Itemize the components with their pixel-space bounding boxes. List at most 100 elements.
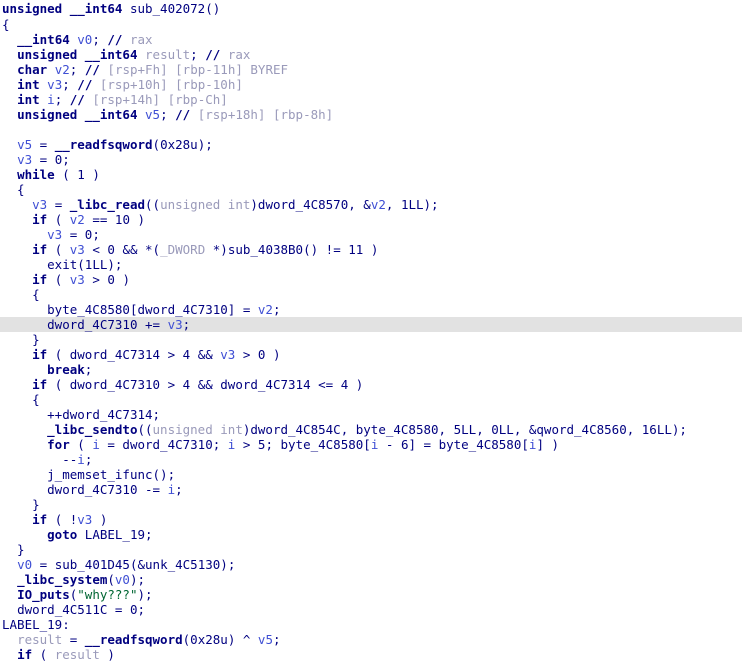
code-line[interactable]: if ( v2 == 10 )	[0, 212, 742, 227]
token-local-var[interactable]: v3	[168, 317, 183, 332]
token-local-var[interactable]: i	[77, 452, 85, 467]
token-local-var[interactable]: result	[55, 647, 100, 662]
code-line[interactable]: unsigned __int64 result; // rax	[0, 47, 742, 62]
code-line[interactable]: if ( dword_4C7314 > 4 && v3 > 0 )	[0, 347, 742, 362]
code-line[interactable]: exit(1LL);	[0, 257, 742, 272]
code-line[interactable]: while ( 1 )	[0, 167, 742, 182]
code-line[interactable]: LABEL_19:	[0, 617, 742, 632]
token-local-var[interactable]: v5	[145, 107, 160, 122]
token-function-call[interactable]: _libc_read	[70, 197, 145, 212]
token-global-var[interactable]: dword_4C7310	[47, 317, 137, 332]
token-global-var[interactable]: dword_4C7310	[137, 302, 227, 317]
code-line[interactable]: {	[0, 392, 742, 407]
code-line[interactable]: break;	[0, 362, 742, 377]
token-local-var[interactable]: i	[168, 482, 176, 497]
token-local-var[interactable]: result	[145, 47, 190, 62]
token-function-call[interactable]: IO_puts	[17, 587, 70, 602]
code-line[interactable]: result = __readfsqword(0x28u) ^ v5;	[0, 632, 742, 647]
code-line[interactable]: if ( v3 < 0 && *(_DWORD *)sub_4038B0() !…	[0, 242, 742, 257]
token-local-var[interactable]: i	[92, 437, 100, 452]
token-local-var[interactable]: v3	[47, 227, 62, 242]
code-line[interactable]: if ( result )	[0, 647, 742, 662]
token-local-var[interactable]: v2	[55, 62, 70, 77]
code-line[interactable]: int i; // [rsp+14h] [rbp-Ch]	[0, 92, 742, 107]
token-string-literal[interactable]: "why???"	[77, 587, 137, 602]
code-line[interactable]: unsigned __int64 v5; // [rsp+18h] [rbp-8…	[0, 107, 742, 122]
token-function-call[interactable]: __readfsqword	[55, 137, 153, 152]
token-function-call[interactable]: exit	[47, 257, 77, 272]
token-local-var[interactable]: v5	[17, 137, 32, 152]
token-label-ref[interactable]: LABEL_19	[85, 527, 145, 542]
token-local-var[interactable]: v3	[47, 77, 62, 92]
token-local-var[interactable]: v3	[77, 512, 92, 527]
token-global-var[interactable]: byte_4C8580	[47, 302, 130, 317]
code-line[interactable]: v0 = sub_401D45(&unk_4C5130);	[0, 557, 742, 572]
token-local-var[interactable]: v0	[17, 557, 32, 572]
code-line[interactable]: {	[0, 287, 742, 302]
code-line[interactable]: unsigned __int64 sub_402072()	[0, 0, 742, 17]
code-line[interactable]: v3 = _libc_read((unsigned int)dword_4C85…	[0, 197, 742, 212]
code-line[interactable]: ++dword_4C7314;	[0, 407, 742, 422]
code-line[interactable]: dword_4C511C = 0;	[0, 602, 742, 617]
code-line[interactable]: IO_puts("why???");	[0, 587, 742, 602]
token-local-var[interactable]: v3	[220, 347, 235, 362]
code-line[interactable]: v3 = 0;	[0, 152, 742, 167]
code-line[interactable]: byte_4C8580[dword_4C7310] = v2;	[0, 302, 742, 317]
token-local-var[interactable]: v2	[70, 212, 85, 227]
token-function-call[interactable]: _libc_sendto	[47, 422, 137, 437]
code-line[interactable]: if ( v3 > 0 )	[0, 272, 742, 287]
token-local-var[interactable]: result	[17, 632, 62, 647]
code-line[interactable]: {	[0, 17, 742, 32]
token-function-name[interactable]: sub_402072	[130, 1, 205, 16]
token-local-var[interactable]: v5	[258, 632, 273, 647]
token-global-var[interactable]: dword_4C511C	[17, 602, 107, 617]
token-local-var[interactable]: v3	[17, 152, 32, 167]
code-line[interactable]: }	[0, 497, 742, 512]
token-global-var[interactable]: unk_4C5130	[145, 557, 220, 572]
token-local-var[interactable]: v3	[70, 272, 85, 287]
token-function-call[interactable]: sub_401D45	[55, 557, 130, 572]
code-line[interactable]: for ( i = dword_4C7310; i > 5; byte_4C85…	[0, 437, 742, 452]
token-global-var[interactable]: dword_4C7310	[47, 482, 137, 497]
code-line[interactable]: j_memset_ifunc();	[0, 467, 742, 482]
code-line[interactable]: dword_4C7310 -= i;	[0, 482, 742, 497]
code-line[interactable]: if ( dword_4C7310 > 4 && dword_4C7314 <=…	[0, 377, 742, 392]
code-line[interactable]: __int64 v0; // rax	[0, 32, 742, 47]
code-line[interactable]: --i;	[0, 452, 742, 467]
code-line-highlighted[interactable]: dword_4C7310 += v3;	[0, 317, 742, 332]
token-global-var[interactable]: qword_4C8560	[536, 422, 626, 437]
pseudocode-view[interactable]: unsigned __int64 sub_402072() { __int64 …	[0, 0, 742, 666]
token-function-call[interactable]: j_memset_ifunc	[47, 467, 152, 482]
token-function-call[interactable]: _libc_system	[17, 572, 107, 587]
token-local-var[interactable]: v3	[70, 242, 85, 257]
token-global-var[interactable]: dword_4C8570	[258, 197, 348, 212]
code-line[interactable]: if ( !v3 )	[0, 512, 742, 527]
token-global-var[interactable]: dword_4C7314	[70, 347, 160, 362]
token-global-var[interactable]: dword_4C7310	[122, 437, 212, 452]
code-line[interactable]: }	[0, 332, 742, 347]
token-global-var[interactable]: byte_4C8580	[281, 437, 364, 452]
token-local-var[interactable]: v2	[258, 302, 273, 317]
token-global-var[interactable]: dword_4C7310	[70, 377, 160, 392]
token-local-var[interactable]: v0	[115, 572, 130, 587]
token-global-var[interactable]: dword_4C7314	[62, 407, 152, 422]
code-line[interactable]: _libc_system(v0);	[0, 572, 742, 587]
token-global-var[interactable]: byte_4C8580	[356, 422, 439, 437]
token-local-var[interactable]: v0	[77, 32, 92, 47]
token-label-def[interactable]: LABEL_19	[2, 617, 62, 632]
code-line-blank[interactable]	[0, 122, 742, 137]
code-line[interactable]: {	[0, 182, 742, 197]
code-line[interactable]: goto LABEL_19;	[0, 527, 742, 542]
token-global-var[interactable]: dword_4C854C	[250, 422, 340, 437]
code-line[interactable]: }	[0, 542, 742, 557]
code-line[interactable]: char v2; // [rsp+Fh] [rbp-11h] BYREF	[0, 62, 742, 77]
code-line[interactable]: _libc_sendto((unsigned int)dword_4C854C,…	[0, 422, 742, 437]
token-local-var[interactable]: i	[47, 92, 55, 107]
token-local-var[interactable]: v3	[32, 197, 47, 212]
token-global-var[interactable]: byte_4C8580	[439, 437, 522, 452]
code-line[interactable]: v5 = __readfsqword(0x28u);	[0, 137, 742, 152]
token-function-call[interactable]: sub_4038B0	[228, 242, 303, 257]
code-line[interactable]: v3 = 0;	[0, 227, 742, 242]
token-global-var[interactable]: dword_4C7314	[220, 377, 310, 392]
code-line[interactable]: int v3; // [rsp+10h] [rbp-10h]	[0, 77, 742, 92]
